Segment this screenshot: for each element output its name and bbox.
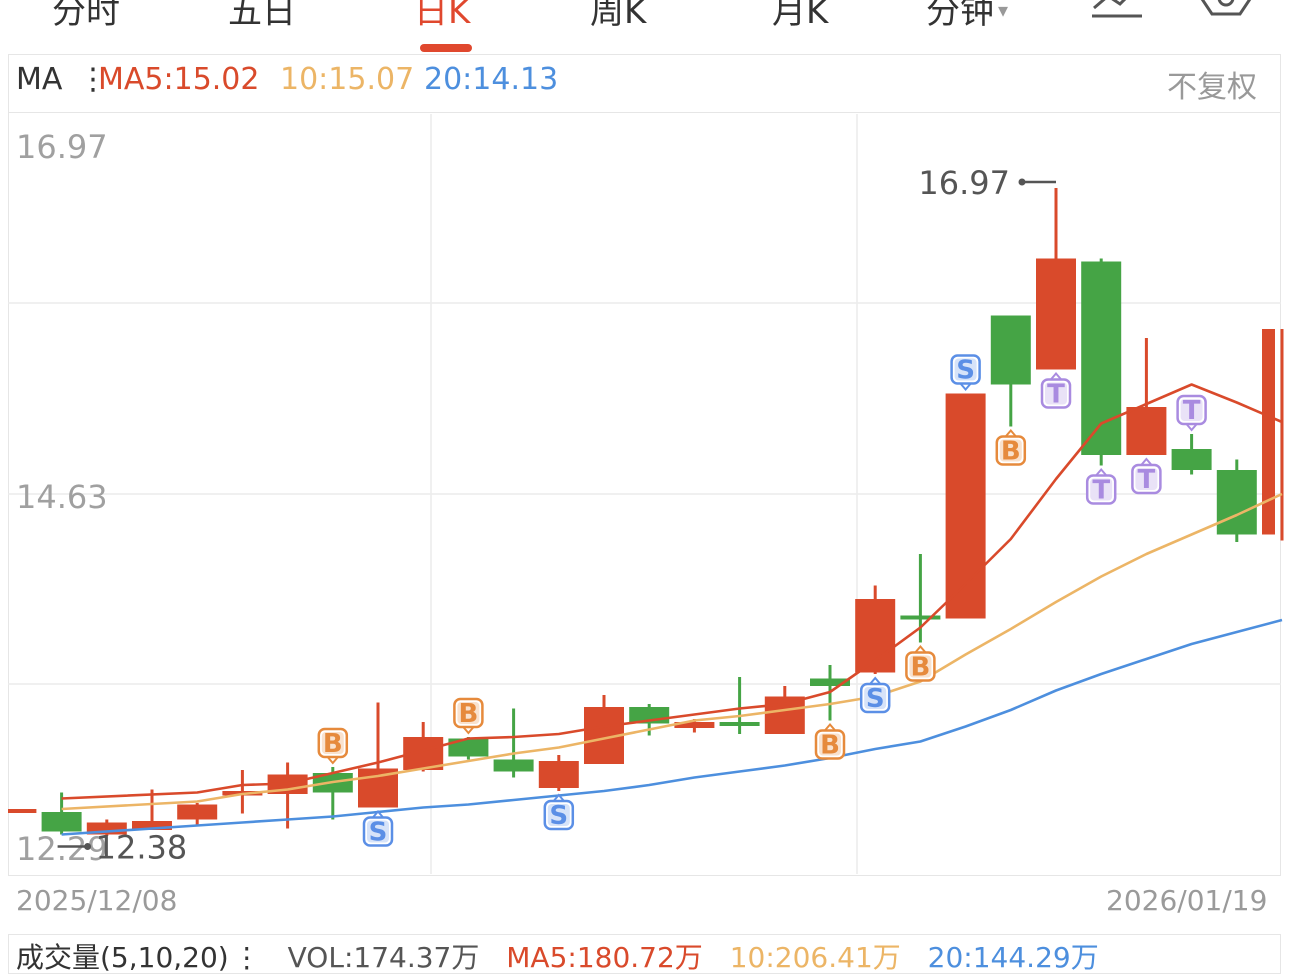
ma20-line: [61, 618, 1283, 836]
marker-label: B: [323, 729, 343, 759]
marker-label: T: [1138, 465, 1156, 495]
candle-body: [764, 696, 805, 734]
candle-body: [719, 722, 760, 726]
volume-ma20: 20:144.29万: [927, 941, 1099, 974]
ma10-line: [61, 492, 1283, 811]
x-label-start: 2025/12/08: [16, 884, 178, 917]
y-tick-label: 14.63: [16, 478, 108, 516]
volume-ma5: MA5:180.72万: [506, 941, 703, 974]
candle-body: [8, 809, 37, 813]
candle-body: [538, 761, 579, 788]
marker-label: B: [820, 731, 840, 761]
candle-body: [1216, 470, 1257, 535]
candle-body: [493, 759, 534, 772]
candle-body: [1171, 449, 1212, 470]
marker-label: T: [1183, 396, 1201, 426]
x-label-end: 2026/01/19: [1106, 884, 1268, 917]
min-price-label: 12.38: [96, 829, 188, 867]
candle-body: [990, 315, 1031, 385]
max-price-label: 16.97: [918, 164, 1010, 202]
candle-body: [1126, 407, 1167, 455]
min-dot: [84, 843, 92, 850]
marker-label: B: [1001, 437, 1021, 467]
marker-label: T: [1047, 380, 1065, 410]
candle-body: [41, 812, 82, 832]
marker-label: S: [956, 356, 975, 386]
candle-body: [1081, 261, 1122, 455]
marker-label: S: [866, 684, 885, 714]
marker-label: S: [369, 818, 388, 848]
volume-menu-icon[interactable]: ⋮: [233, 941, 261, 974]
volume-value: VOL:174.37万: [287, 941, 480, 974]
marker-label: B: [910, 653, 930, 683]
volume-ma10: 10:206.41万: [729, 941, 901, 974]
candle-body: [1036, 258, 1076, 370]
volume-label: 成交量(5,10,20): [16, 941, 229, 974]
candle-body: [900, 615, 941, 620]
marker-label: S: [549, 801, 568, 831]
candle-body: [177, 804, 218, 820]
y-tick-label: 16.97: [16, 128, 108, 166]
marker-label: T: [1092, 476, 1110, 506]
marker-label: B: [458, 699, 478, 729]
volume-legend: 成交量(5,10,20) ⋮ VOL:174.37万 MA5:180.72万 10…: [16, 936, 1117, 976]
max-dot: [1018, 178, 1026, 186]
candlestick-chart: 16.9714.6312.29BSBSBSBSBTT TT16.9712.38: [8, 114, 1284, 874]
